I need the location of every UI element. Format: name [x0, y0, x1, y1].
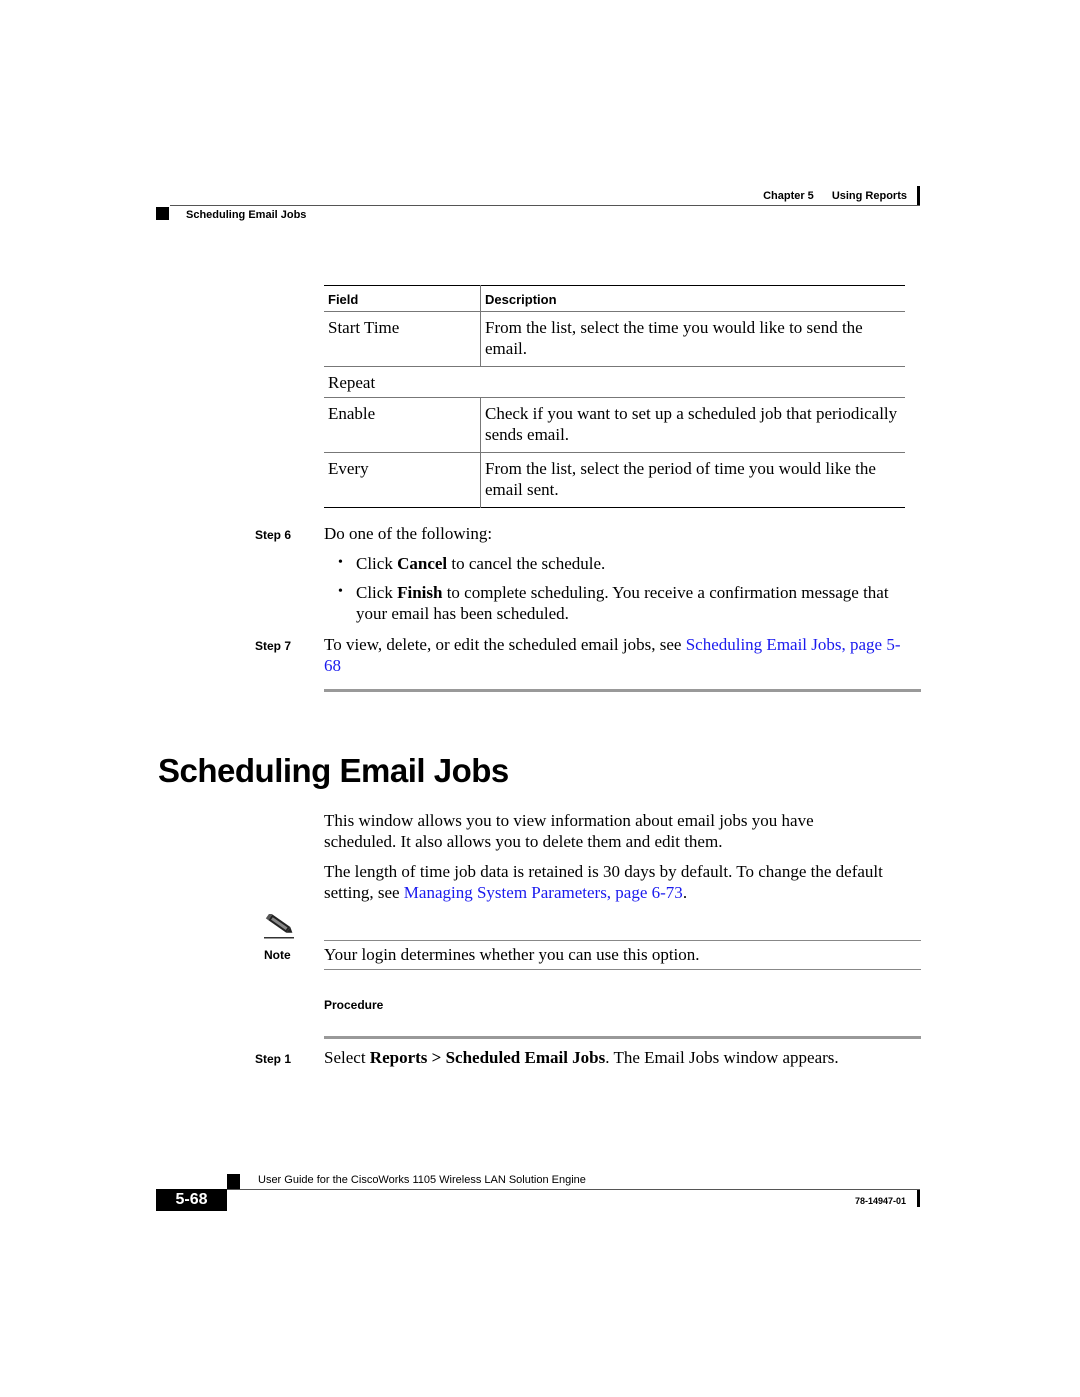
table-row: Enable Check if you want to set up a sch…: [324, 397, 905, 453]
table-row: Start Time From the list, select the tim…: [324, 311, 905, 367]
step-7-label: Step 7: [255, 639, 292, 653]
section-title: Scheduling Email Jobs: [158, 752, 509, 789]
bullet-icon: •: [338, 584, 343, 599]
header-rule: [170, 205, 920, 206]
header-square-marker: [156, 207, 169, 220]
description-cell: [481, 367, 906, 398]
field-cell: Every: [328, 459, 369, 478]
chapter-number: Chapter 5: [763, 190, 814, 202]
header-bar: [917, 186, 920, 205]
step-1-text: Select Reports > Scheduled Email Jobs. T…: [324, 1048, 839, 1067]
field-description-table: Field Description Start Time From the li…: [324, 285, 905, 508]
note-bottom-rule: [324, 969, 921, 970]
column-header-field: Field: [328, 292, 359, 307]
bullet-finish: Click Finish to complete scheduling. You…: [356, 583, 889, 623]
scheduled-email-jobs-keyword: Scheduled Email Jobs: [445, 1048, 606, 1067]
reports-menu-keyword: Reports: [369, 1048, 428, 1067]
description-cell: Check if you want to set up a scheduled …: [480, 397, 905, 453]
running-header-section: Scheduling Email Jobs: [186, 209, 307, 221]
bullet-cancel: Click Cancel to cancel the schedule.: [356, 554, 606, 573]
finish-keyword: Finish: [397, 583, 443, 602]
step-6-label: Step 6: [255, 528, 292, 542]
pencil-note-icon: [264, 914, 294, 939]
table-row: Repeat: [324, 366, 906, 398]
note-label: Note: [264, 948, 291, 962]
description-cell: From the list, select the time you would…: [480, 311, 905, 367]
field-cell: Repeat: [328, 373, 376, 392]
table-row: Every From the list, select the period o…: [324, 452, 905, 508]
bullet-icon: •: [338, 555, 343, 570]
footer-square-marker: [227, 1174, 240, 1189]
procedure-end-rule: [324, 689, 921, 692]
page-number: 5-68: [156, 1189, 227, 1211]
footer-guide-title: User Guide for the CiscoWorks 1105 Wirel…: [258, 1174, 586, 1186]
footer-rule: [227, 1189, 920, 1190]
section-paragraph-1: This window allows you to view informati…: [324, 811, 814, 851]
step-1-label: Step 1: [255, 1052, 292, 1066]
section-paragraph-2: The length of time job data is retained …: [324, 862, 883, 902]
chapter-title: Using Reports: [831, 190, 907, 202]
cancel-keyword: Cancel: [397, 554, 448, 573]
column-header-description: Description: [480, 285, 905, 312]
footer-bar: [917, 1190, 920, 1207]
field-cell: Enable: [328, 404, 376, 423]
description-cell: From the list, select the period of time…: [480, 452, 905, 508]
step-6-text: Do one of the following:: [324, 524, 493, 543]
running-header-chapter: Chapter 5 Using Reports: [763, 190, 907, 202]
note-text: Your login determines whether you can us…: [324, 945, 700, 964]
note-top-rule: [324, 940, 921, 941]
document-number: 78-14947-01: [854, 1196, 906, 1206]
managing-system-parameters-link[interactable]: Managing System Parameters, page 6-73: [404, 883, 683, 902]
field-cell: Start Time: [328, 318, 400, 337]
table-header-row: Field Description: [324, 285, 905, 312]
procedure-label: Procedure: [324, 998, 384, 1012]
step-7-text: To view, delete, or edit the scheduled e…: [324, 635, 901, 675]
procedure-start-rule: [324, 1036, 921, 1039]
